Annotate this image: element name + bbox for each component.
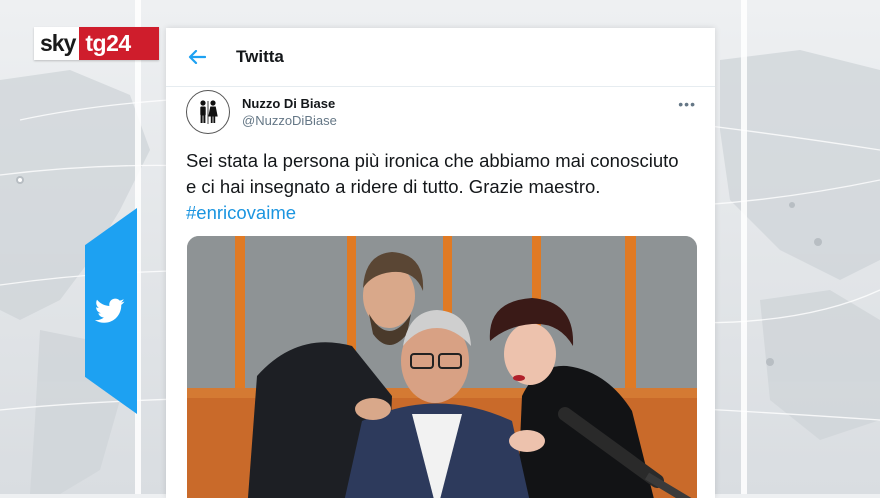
right-panel-edge bbox=[741, 0, 747, 494]
tweet-photo[interactable] bbox=[187, 236, 697, 498]
avatar[interactable] bbox=[186, 90, 230, 134]
tweet-card: Twitta Nuzzo Di Biase @NuzzoDiBiase ••• bbox=[166, 28, 715, 498]
author-display-name[interactable]: Nuzzo Di Biase bbox=[242, 95, 337, 112]
hashtag-link[interactable]: #enricovaime bbox=[186, 202, 296, 223]
back-arrow-icon bbox=[188, 50, 206, 64]
logo-sky-text: sky bbox=[34, 27, 80, 60]
author-names: Nuzzo Di Biase @NuzzoDiBiase bbox=[242, 95, 337, 130]
tweet-body: Sei stata la persona più ironica che abb… bbox=[186, 150, 679, 197]
back-button[interactable] bbox=[188, 50, 218, 64]
sky-tg24-logo: sky tg24 bbox=[34, 27, 159, 60]
page-title: Twitta bbox=[236, 47, 284, 66]
twitter-bird-icon bbox=[95, 298, 125, 323]
tweet-header: Twitta bbox=[166, 28, 715, 87]
logo-tg24-text: tg24 bbox=[79, 27, 159, 60]
more-options-icon[interactable]: ••• bbox=[678, 96, 696, 112]
restroom-sign-icon bbox=[200, 100, 218, 124]
photo-three-people bbox=[187, 236, 697, 498]
author-handle[interactable]: @NuzzoDiBiase bbox=[242, 112, 337, 130]
tweet-text: Sei stata la persona più ironica che abb… bbox=[186, 148, 686, 226]
tweet-author[interactable]: Nuzzo Di Biase @NuzzoDiBiase bbox=[186, 90, 337, 134]
